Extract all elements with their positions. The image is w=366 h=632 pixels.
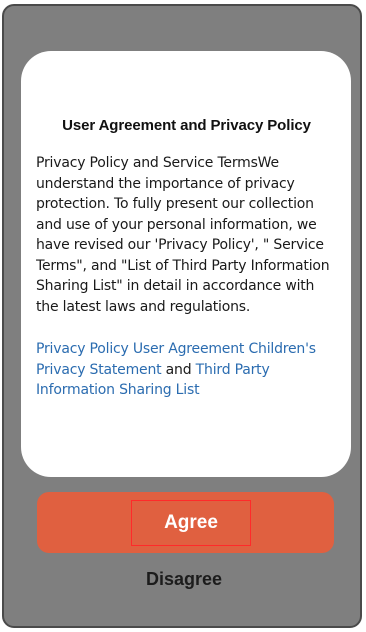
privacy-policy-link[interactable]: Privacy Policy — [36, 341, 129, 357]
agreement-links: Privacy Policy User Agreement Children's… — [36, 339, 337, 401]
user-agreement-link[interactable]: User Agreement — [133, 341, 245, 357]
dialog-body-text[interactable]: Privacy Policy and Service TermsWe under… — [36, 153, 337, 317]
links-conjunction: and — [161, 361, 196, 378]
agreement-dialog: User Agreement and Privacy Policy Privac… — [21, 51, 351, 477]
modal-overlay: User Agreement and Privacy Policy Privac… — [2, 4, 362, 628]
dialog-title: User Agreement and Privacy Policy — [62, 117, 311, 134]
disagree-button[interactable]: Disagree — [4, 568, 360, 590]
agree-button[interactable]: Agree — [37, 492, 334, 553]
agree-button-label: Agree — [131, 500, 251, 546]
